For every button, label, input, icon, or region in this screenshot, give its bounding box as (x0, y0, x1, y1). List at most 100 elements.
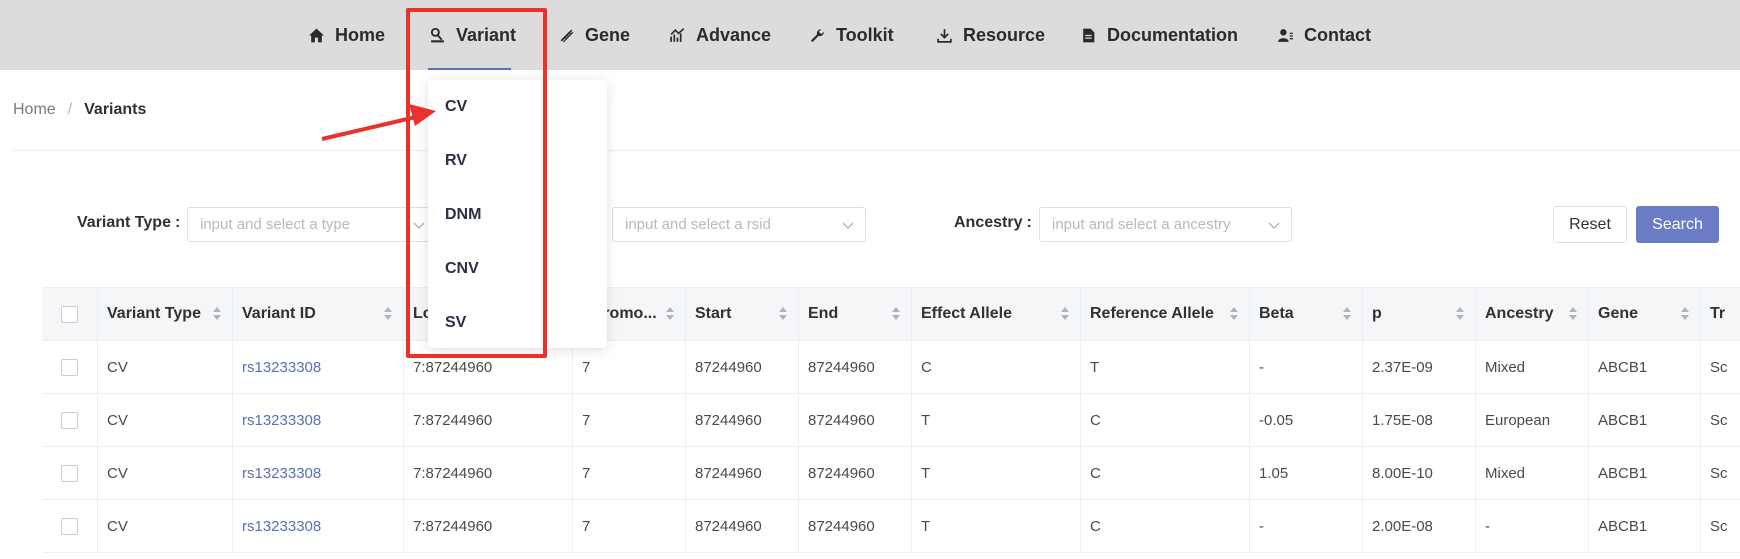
column-header[interactable]: Gene (1589, 288, 1701, 340)
nav-item-variant[interactable]: Variant (428, 0, 516, 70)
table-row: CV rs13233308 7:87244960 7 87244960 8724… (42, 341, 1740, 394)
sort-icon[interactable] (212, 306, 222, 322)
table-cell: Sc (1710, 411, 1728, 429)
search-button[interactable]: Search (1636, 206, 1719, 243)
sort-icon[interactable] (665, 306, 675, 322)
table-cell: 1.75E-08 (1363, 394, 1476, 446)
row-checkbox[interactable] (61, 464, 78, 482)
nav-item-home[interactable]: Home (307, 0, 385, 70)
table-cell: T (912, 500, 1081, 552)
column-header[interactable]: Variant ID (233, 288, 404, 340)
ancestry-select[interactable] (1039, 207, 1292, 242)
table-cell: - (1250, 341, 1363, 393)
table-cell: 87244960 (686, 500, 799, 552)
table-cell: 7 (573, 394, 686, 446)
table-row: CV rs13233308 7:87244960 7 87244960 8724… (42, 500, 1740, 553)
table-cell: 7:87244960 (404, 500, 573, 552)
variant-id-link[interactable]: rs13233308 (242, 518, 321, 535)
table-cell: ABCB1 (1589, 394, 1701, 446)
select-all-checkbox[interactable] (61, 305, 78, 323)
column-header[interactable]: Variant Type (98, 288, 233, 340)
sort-icon[interactable] (1568, 306, 1578, 322)
row-select-cell (42, 447, 98, 499)
row-checkbox[interactable] (61, 358, 78, 376)
ancestry-input[interactable] (1040, 208, 1291, 241)
table-cell: C (1081, 447, 1250, 499)
variant-id-link[interactable]: rs13233308 (242, 359, 321, 376)
sort-icon[interactable] (1455, 306, 1465, 322)
table-cell: CV (98, 394, 233, 446)
column-header[interactable]: End (799, 288, 912, 340)
sort-icon[interactable] (1229, 306, 1239, 322)
sort-icon[interactable] (1060, 306, 1070, 322)
nav-item-resource[interactable]: Resource (935, 0, 1045, 70)
row-select-cell (42, 500, 98, 552)
table-cell: rs13233308 (233, 341, 404, 393)
nav-item-contact[interactable]: Contact (1276, 0, 1371, 70)
nav-item-documentation[interactable]: Documentation (1079, 0, 1238, 70)
table-cell: CV (98, 341, 233, 393)
table-cell: CV (98, 500, 233, 552)
active-tab-underline (428, 68, 511, 70)
table-row: CV rs13233308 7:87244960 7 87244960 8724… (42, 394, 1740, 447)
nav-item-label: Toolkit (836, 24, 894, 45)
sort-icon[interactable] (778, 306, 788, 322)
sort-icon[interactable] (383, 306, 393, 322)
variant-icon (428, 26, 446, 44)
variant-type-select[interactable] (187, 207, 437, 242)
table-cell: rs13233308 (233, 447, 404, 499)
rsid-select[interactable] (612, 207, 866, 242)
column-header[interactable]: Beta (1250, 288, 1363, 340)
variant-id-link[interactable]: rs13233308 (242, 412, 321, 429)
column-header[interactable]: p (1363, 288, 1476, 340)
nav-item-label: Home (335, 24, 386, 45)
dropdown-item-cnv[interactable]: CNV (445, 260, 479, 278)
sort-icon[interactable] (891, 306, 901, 322)
table-cell: C (1081, 500, 1250, 552)
nav-item-gene[interactable]: Gene (557, 0, 630, 70)
table-cell: 7 (573, 447, 686, 499)
sort-icon[interactable] (1342, 306, 1352, 322)
column-header[interactable]: Reference Allele (1081, 288, 1250, 340)
table-cell: -0.05 (1250, 394, 1363, 446)
table-cell: 87244960 (799, 447, 912, 499)
download-icon (935, 26, 953, 44)
column-header[interactable]: Effect Allele (912, 288, 1081, 340)
variant-id-link[interactable]: rs13233308 (242, 465, 321, 482)
dropdown-item-dnm[interactable]: DNM (445, 206, 481, 224)
dropdown-item-sv[interactable]: SV (445, 314, 466, 332)
nav-item-toolkit[interactable]: Toolkit (808, 0, 894, 70)
table-cell: 2.00E-08 (1363, 500, 1476, 552)
row-select-cell (42, 341, 98, 393)
table-cell: 87244960 (686, 447, 799, 499)
table-cell: CV (98, 447, 233, 499)
select-all-cell (42, 288, 98, 340)
table-cell: T (912, 394, 1081, 446)
row-checkbox[interactable] (61, 517, 78, 535)
row-select-cell (42, 394, 98, 446)
table-cell: 7:87244960 (404, 447, 573, 499)
nav-item-advance[interactable]: Advance (668, 0, 771, 70)
sort-icon[interactable] (1680, 306, 1690, 322)
ancestry-label: Ancestry: (954, 214, 1032, 231)
table-cell: T (1081, 341, 1250, 393)
breadcrumb-current: Variants (84, 101, 147, 118)
nav-item-label: Contact (1304, 24, 1371, 45)
variant-type-input[interactable] (188, 208, 436, 241)
breadcrumb-home[interactable]: Home (13, 101, 56, 119)
nav-item-label: Gene (585, 24, 631, 45)
dropdown-item-rv[interactable]: RV (445, 152, 467, 170)
dropdown-item-cv[interactable]: CV (445, 98, 467, 116)
column-header[interactable]: Tr (1701, 288, 1740, 340)
reset-button[interactable]: Reset (1553, 206, 1627, 243)
table-cell: rs13233308 (233, 500, 404, 552)
table-cell: 7 (573, 341, 686, 393)
column-header[interactable]: Ancestry (1476, 288, 1589, 340)
table-cell: 87244960 (799, 341, 912, 393)
table-cell: C (912, 341, 1081, 393)
column-header[interactable]: Start (686, 288, 799, 340)
rsid-input[interactable] (613, 208, 865, 241)
row-checkbox[interactable] (61, 411, 78, 429)
table-cell: ABCB1 (1589, 341, 1701, 393)
table-cell: - (1250, 500, 1363, 552)
